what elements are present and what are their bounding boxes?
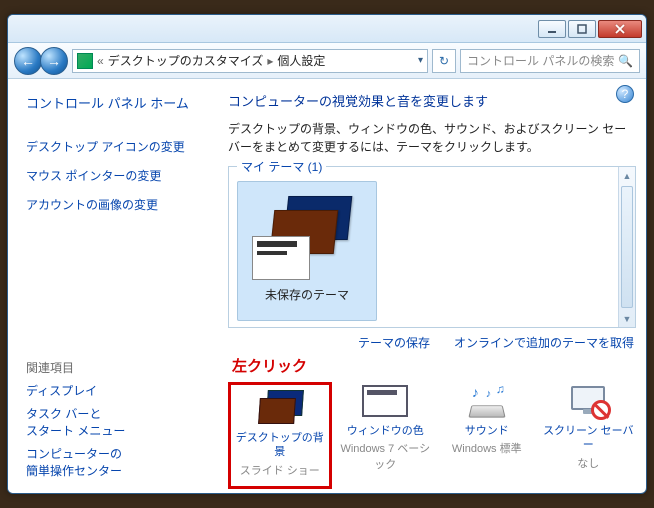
minimize-button[interactable] <box>538 20 566 38</box>
themes-scrollbar[interactable]: ▲ ▼ <box>618 167 635 327</box>
body: コントロール パネル ホーム デスクトップ アイコンの変更 マウス ポインターの… <box>8 79 646 493</box>
desktop-background-sub: スライド ショー <box>240 462 320 478</box>
page-heading: コンピューターの視覚効果と音を変更します <box>228 91 636 110</box>
sidebar-link-desktop-icons[interactable]: デスクトップ アイコンの変更 <box>26 138 206 155</box>
search-box[interactable]: コントロール パネルの検索 🔍 <box>460 49 640 73</box>
theme-item-label: 未保存のテーマ <box>265 286 349 303</box>
window-color-icon <box>361 382 409 420</box>
sidebar-link-account-picture[interactable]: アカウントの画像の変更 <box>26 196 206 213</box>
arrow-left-icon: ← <box>21 53 35 69</box>
screensaver-sub: なし <box>577 455 599 471</box>
help-button[interactable]: ? <box>616 85 634 103</box>
sound-sub: Windows 標準 <box>452 440 522 456</box>
sound-label: サウンド <box>465 424 509 438</box>
related-link-ease-of-access[interactable]: コンピューターの 簡単操作センター <box>26 445 206 479</box>
my-themes-legend: マイ テーマ (1) <box>237 158 326 175</box>
screensaver-link[interactable]: スクリーン セーバー なし <box>541 382 637 489</box>
sidebar-related: 関連項目 ディスプレイ タスク バーと スタート メニュー コンピューターの 簡… <box>26 353 206 485</box>
back-button[interactable]: ← <box>14 47 42 75</box>
address-bar[interactable]: « デスクトップのカスタマイズ ▸ 個人設定 ▾ <box>72 49 428 73</box>
nav-toolbar: ← → « デスクトップのカスタマイズ ▸ 個人設定 ▾ ↻ コントロール パネ… <box>8 43 646 79</box>
nav-buttons: ← → <box>14 47 68 75</box>
theme-links-row: テーマの保存 オンラインで追加のテーマを取得 <box>228 334 636 351</box>
my-themes-group: マイ テーマ (1) 未保存のテーマ ▲ ▼ <box>228 166 636 328</box>
refresh-icon: ↻ <box>439 54 449 68</box>
breadcrumb-prefix: « <box>97 54 104 68</box>
chevron-right-icon: ▸ <box>267 54 273 68</box>
scroll-down-icon[interactable]: ▼ <box>619 310 635 327</box>
close-button[interactable] <box>598 20 642 38</box>
personalization-icon <box>77 53 93 69</box>
control-panel-home-link[interactable]: コントロール パネル ホーム <box>26 93 206 112</box>
sidebar-link-mouse-pointer[interactable]: マウス ポインターの変更 <box>26 167 206 184</box>
breadcrumb-parent[interactable]: デスクトップのカスタマイズ <box>108 52 264 69</box>
sidebar: コントロール パネル ホーム デスクトップ アイコンの変更 マウス ポインターの… <box>8 79 218 493</box>
related-link-display[interactable]: ディスプレイ <box>26 382 206 399</box>
help-icon: ? <box>622 87 629 101</box>
forward-button[interactable]: → <box>40 47 68 75</box>
wallpaper-icon <box>256 389 304 427</box>
arrow-right-icon: → <box>47 53 61 69</box>
annotation-left-click: 左クリック <box>232 355 636 376</box>
maximize-button[interactable] <box>568 20 596 38</box>
control-panel-window: ← → « デスクトップのカスタマイズ ▸ 個人設定 ▾ ↻ コントロール パネ… <box>7 14 647 494</box>
sound-link[interactable]: ♪♪♫ サウンド Windows 標準 <box>439 382 535 489</box>
content-pane: ? コンピューターの視覚効果と音を変更します デスクトップの背景、ウィンドウの色… <box>218 79 646 493</box>
bottom-settings-row: デスクトップの背景 スライド ショー ウィンドウの色 Windows 7 ベーシ… <box>228 382 636 489</box>
screensaver-label: スクリーン セーバー <box>541 424 637 453</box>
refresh-button[interactable]: ↻ <box>432 49 456 73</box>
breadcrumb-current[interactable]: 個人設定 <box>277 52 325 69</box>
window-color-label: ウィンドウの色 <box>347 424 424 438</box>
save-theme-link[interactable]: テーマの保存 <box>358 334 430 351</box>
screensaver-icon <box>564 382 612 420</box>
addr-dropdown-icon[interactable]: ▾ <box>418 55 423 66</box>
titlebar <box>8 15 646 43</box>
search-placeholder: コントロール パネルの検索 <box>467 52 614 69</box>
themes-area: 未保存のテーマ <box>229 167 618 327</box>
scroll-thumb[interactable] <box>621 186 633 308</box>
related-link-taskbar[interactable]: タスク バーと スタート メニュー <box>26 405 206 439</box>
desktop-background-link[interactable]: デスクトップの背景 スライド ショー <box>228 382 332 489</box>
scroll-up-icon[interactable]: ▲ <box>619 167 635 184</box>
desktop-background-label: デスクトップの背景 <box>233 431 327 460</box>
related-header: 関連項目 <box>26 359 206 376</box>
theme-item-unsaved[interactable]: 未保存のテーマ <box>237 181 377 321</box>
sound-icon: ♪♪♫ <box>463 382 511 420</box>
window-color-link[interactable]: ウィンドウの色 Windows 7 ベーシック <box>338 382 434 489</box>
theme-thumbnail-icon <box>252 190 362 280</box>
online-themes-link[interactable]: オンラインで追加のテーマを取得 <box>454 334 634 351</box>
window-color-sub: Windows 7 ベーシック <box>338 440 434 472</box>
search-icon: 🔍 <box>618 54 633 68</box>
page-description: デスクトップの背景、ウィンドウの色、サウンド、およびスクリーン セーバーをまとめ… <box>228 120 636 156</box>
